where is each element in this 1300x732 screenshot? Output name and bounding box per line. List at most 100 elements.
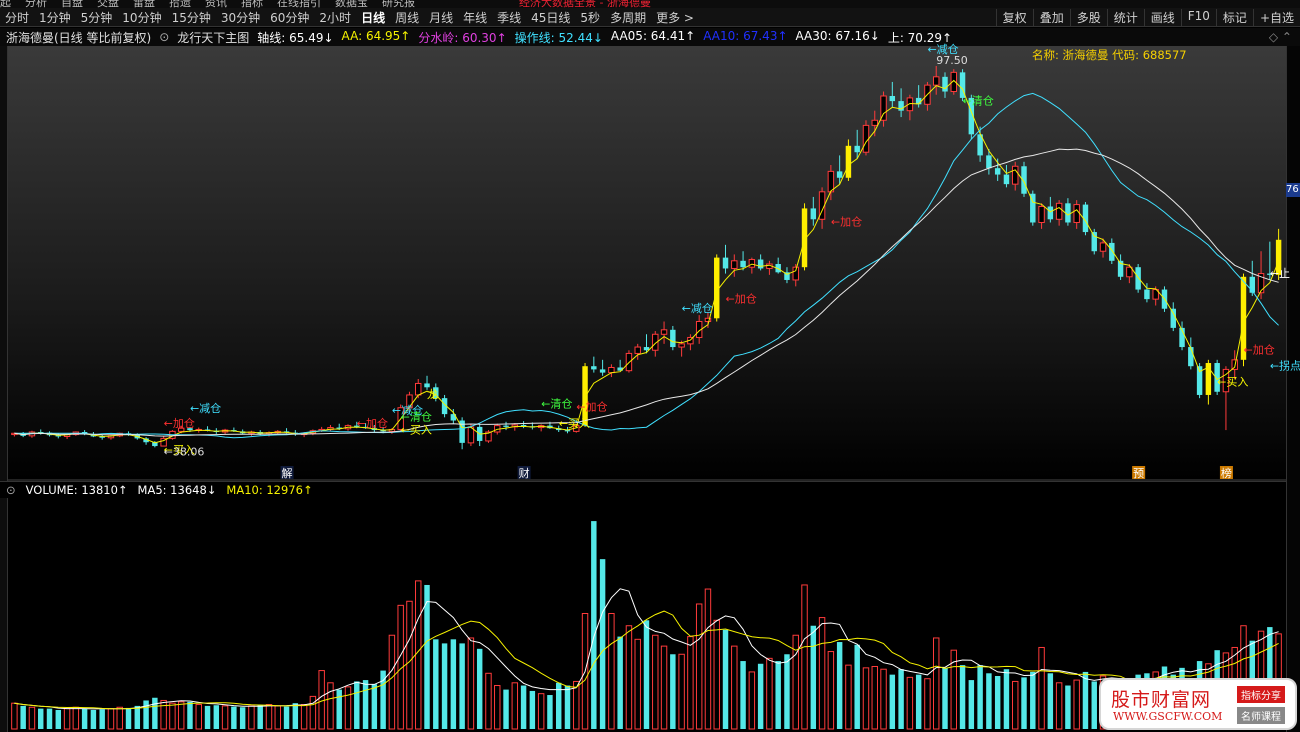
volume-bar — [625, 625, 633, 730]
volume-bar — [1012, 680, 1019, 730]
candle-body — [722, 257, 729, 269]
candle-body — [889, 95, 896, 102]
signal-label: ←清仓 — [541, 397, 572, 411]
volume-bar — [459, 643, 465, 729]
candle-body — [1073, 204, 1080, 223]
signal-label: ←清仓 — [401, 410, 432, 424]
volume-bar — [300, 704, 308, 730]
volume-bar — [634, 638, 641, 730]
volume-bar — [775, 661, 781, 729]
candle-body — [932, 76, 940, 86]
volume-bar — [942, 667, 948, 729]
signal-label: 龙 — [427, 388, 438, 401]
candle-body — [827, 170, 835, 193]
volume-bar — [827, 651, 835, 730]
candle-body — [845, 145, 852, 178]
volume-bar — [213, 705, 220, 729]
volume-bar — [441, 643, 448, 729]
event-marker: 解 — [282, 466, 293, 480]
volume-bar — [704, 588, 712, 730]
kline-chart[interactable]: ←买入←减仓←加仓←减仓←加仓 ←清仓←买入龙←清仓 ←加仓←买入←减仓←加仓←加仓… — [0, 0, 1300, 732]
volume-bar — [1055, 682, 1063, 730]
volume-bar — [424, 584, 430, 729]
volume-bar — [1030, 671, 1036, 729]
volume-bar — [265, 704, 273, 730]
volume-bar — [520, 685, 527, 729]
volume-bar — [388, 634, 396, 730]
volume-bar — [169, 702, 176, 730]
volume-bar — [371, 684, 378, 729]
volume-bar — [959, 665, 966, 729]
volume-bar — [889, 674, 896, 729]
volume-bar — [932, 637, 940, 730]
volume-bar — [327, 682, 334, 730]
signal-label: ←加仓 — [164, 416, 195, 430]
candle-body — [1144, 289, 1150, 300]
volume-bar — [204, 705, 211, 729]
volume-bar — [239, 707, 246, 729]
volume-bar — [274, 705, 281, 730]
candle-body — [599, 369, 606, 373]
candle-body — [1170, 308, 1176, 328]
signal-label: ←拐点 — [1270, 358, 1300, 372]
volume-bar — [731, 645, 738, 730]
volume-bar — [152, 697, 158, 729]
volume-bar — [160, 699, 167, 730]
price-mark: 97.50 — [936, 54, 968, 67]
volume-bar — [818, 617, 826, 730]
candle-body — [731, 260, 738, 269]
signal-label: ←减仓 — [190, 401, 221, 415]
volume-bar — [924, 678, 931, 730]
candle-body — [748, 259, 756, 268]
volume-bar — [415, 580, 422, 730]
volume-bar — [292, 703, 299, 729]
volume-bar — [511, 682, 519, 730]
volume-bar — [318, 670, 325, 730]
candle-body — [424, 383, 430, 388]
candle-body — [994, 168, 1001, 175]
candle-body — [415, 382, 422, 396]
volume-bar — [547, 695, 553, 729]
volume-bar — [1065, 685, 1071, 729]
volume-bar — [537, 693, 545, 730]
volume-bar — [599, 559, 606, 729]
volume-bar — [977, 665, 983, 729]
volume-bar — [46, 708, 53, 729]
candle-body — [1099, 242, 1107, 252]
volume-bar — [221, 705, 229, 730]
volume-bar — [257, 705, 263, 729]
signal-label: ←加仓 — [1243, 342, 1274, 356]
volume-bar — [986, 673, 992, 729]
volume-bar — [766, 657, 773, 730]
signal-label: ←加仓 — [576, 399, 607, 413]
signal-label: ←清仓 — [963, 93, 994, 107]
candle-body — [1109, 242, 1115, 261]
candle-body — [503, 425, 509, 427]
volume-bar — [248, 705, 255, 730]
volume-bar — [670, 654, 676, 729]
volume-bar — [880, 668, 887, 730]
volume-bar — [898, 669, 904, 729]
candle-body — [660, 329, 668, 335]
volume-bar — [994, 676, 1001, 729]
candle-body — [942, 76, 948, 92]
volume-bar — [380, 670, 386, 729]
volume-bar — [722, 629, 729, 729]
signal-label: ←止 — [1270, 267, 1290, 280]
signal-label: ←买入 — [559, 417, 590, 430]
candle-body — [1012, 165, 1019, 185]
volume-bar — [1047, 673, 1054, 729]
signal-label: ←买入 — [401, 423, 432, 436]
volume-bar — [28, 706, 36, 730]
candle-body — [634, 346, 641, 354]
volume-bar — [99, 709, 105, 729]
volume-bar — [116, 706, 123, 730]
price-mark: ←38.06 — [164, 446, 205, 459]
volume-bar — [854, 644, 860, 729]
volume-bar — [362, 680, 369, 729]
candle-body — [1003, 174, 1010, 185]
volume-bar — [968, 680, 975, 729]
volume-bar — [195, 704, 202, 730]
candle-body — [643, 347, 650, 351]
volume-bar — [906, 676, 914, 730]
